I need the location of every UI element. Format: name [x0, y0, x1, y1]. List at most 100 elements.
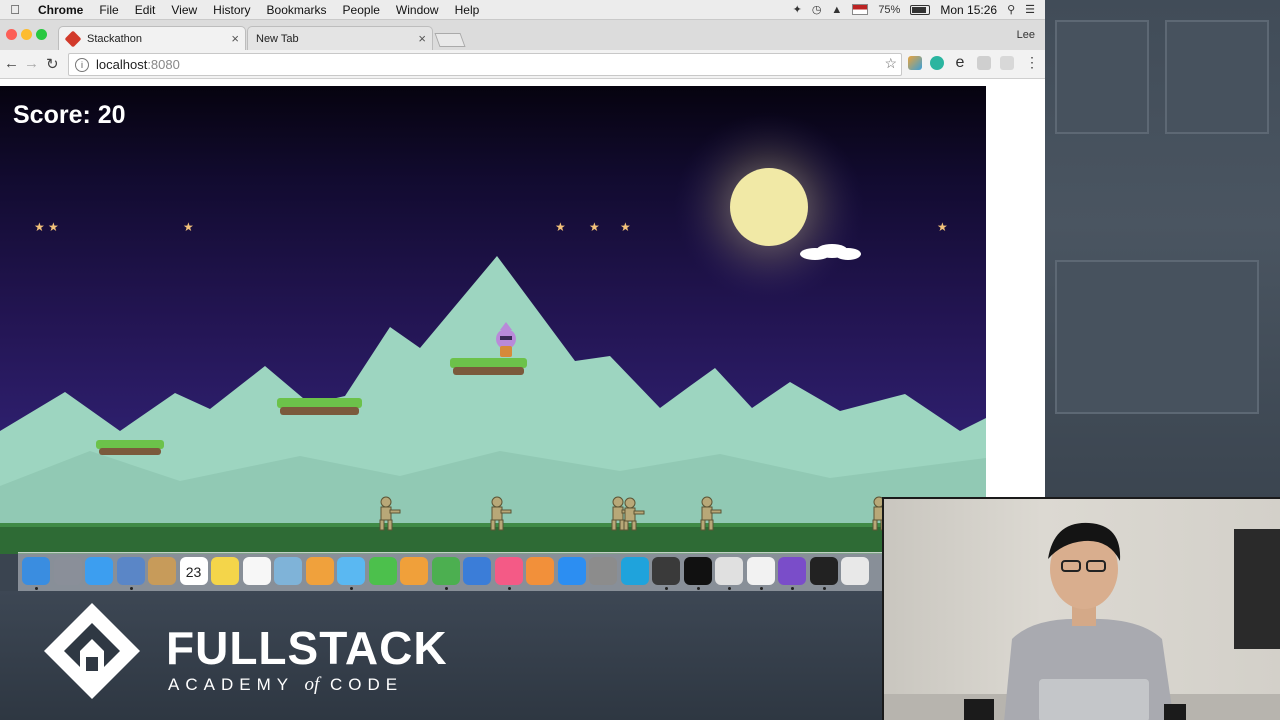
star-icon: ★ [937, 220, 948, 234]
forward-arrow-icon[interactable]: → [24, 55, 39, 72]
mail-icon[interactable] [116, 557, 145, 585]
menu-history[interactable]: History [205, 3, 258, 17]
skype-icon[interactable] [620, 557, 649, 585]
stackathon-favicon-icon [64, 30, 82, 47]
extension-m-icon[interactable] [930, 56, 944, 70]
launchpad-icon[interactable] [53, 557, 82, 585]
pages-icon[interactable] [400, 557, 428, 585]
site-info-icon[interactable]: i [75, 57, 89, 72]
system-preferences-icon[interactable] [589, 557, 617, 585]
fullstack-branding: FULLSTACK ACADEMY of CODE [0, 591, 882, 720]
minimize-window-button[interactable] [21, 29, 32, 40]
close-tab-icon[interactable]: × [231, 31, 239, 46]
menu-app-name[interactable]: Chrome [30, 3, 91, 17]
menu-help[interactable]: Help [447, 3, 488, 17]
chrome-icon[interactable] [715, 557, 743, 585]
terminal-icon[interactable] [683, 557, 712, 585]
chrome-tab-strip: Stackathon × New Tab × Lee [0, 20, 1045, 50]
bluetooth-icon[interactable]: ✦ [793, 3, 802, 16]
extension-grid-icon[interactable] [1000, 56, 1014, 70]
close-window-button[interactable] [6, 29, 17, 40]
reminders-icon[interactable] [242, 557, 271, 585]
star-icon: ★ [555, 220, 566, 234]
extension-trash-icon[interactable] [977, 56, 991, 70]
new-tab-button[interactable] [434, 33, 466, 47]
address-bar[interactable]: i localhost:8080 ☆ [68, 53, 902, 76]
tab-stackathon[interactable]: Stackathon × [58, 26, 246, 50]
numbers-icon[interactable] [431, 557, 460, 585]
running-indicator [791, 587, 794, 590]
menu-view[interactable]: View [163, 3, 205, 17]
messages-icon[interactable] [337, 557, 365, 585]
keynote-icon[interactable] [463, 557, 491, 585]
star-icon: ★ [183, 220, 194, 234]
speaker-video [882, 497, 1280, 720]
profile-name[interactable]: Lee [1017, 29, 1035, 41]
clock[interactable]: Mon 15:26 [940, 3, 997, 17]
contacts-icon[interactable] [148, 557, 176, 585]
extension-e-icon[interactable]: e [953, 55, 967, 71]
finder-icon[interactable] [22, 557, 50, 585]
wifi-icon[interactable]: ▲ [831, 4, 842, 16]
app-store-icon[interactable] [557, 557, 586, 585]
menu-window[interactable]: Window [388, 3, 447, 17]
running-indicator [822, 587, 826, 590]
back-arrow-icon[interactable]: ← [4, 55, 19, 72]
spotlight-search-icon[interactable]: ⚲ [1007, 3, 1015, 16]
facetime-icon[interactable] [368, 557, 397, 585]
tab-new-tab[interactable]: New Tab × [247, 26, 433, 50]
notes-icon[interactable] [211, 557, 239, 585]
time-machine-icon[interactable]: ◷ [812, 3, 822, 16]
tab-title: Stackathon [87, 32, 143, 45]
macos-dock: 23 [18, 552, 882, 591]
macos-menu-bar:  Chrome File Edit View History Bookmark… [0, 0, 1045, 20]
printer-icon[interactable] [841, 557, 869, 585]
office-background [1045, 0, 1280, 500]
speaker-figure [884, 522, 1280, 720]
star-icon: ★ [48, 220, 59, 234]
running-indicator [507, 587, 511, 590]
slack-icon[interactable] [746, 557, 775, 585]
running-indicator [665, 587, 668, 590]
running-indicator [728, 587, 731, 590]
menu-edit[interactable]: Edit [127, 3, 164, 17]
itunes-icon[interactable] [494, 557, 523, 585]
notification-center-icon[interactable]: ☰ [1025, 3, 1035, 16]
running-indicator [35, 587, 38, 590]
safari-icon[interactable] [85, 557, 113, 585]
brand-title: FULLSTACK [166, 622, 448, 674]
calendar-icon[interactable]: 23 [179, 557, 208, 585]
reload-icon[interactable]: ↻ [46, 55, 59, 73]
input-source-flag-icon[interactable] [852, 4, 869, 15]
menu-file[interactable]: File [91, 3, 126, 17]
game-canvas[interactable]: ★ ★ ★ ★ ★ ★ ★ Score: 20 [0, 86, 986, 554]
game-scene: ★ ★ ★ ★ ★ ★ ★ [0, 112, 986, 554]
photos-icon[interactable] [305, 557, 334, 585]
zoom-window-button[interactable] [36, 29, 47, 40]
apple-icon[interactable]:  [0, 2, 30, 17]
sublime-icon[interactable] [652, 557, 680, 585]
menu-bookmarks[interactable]: Bookmarks [259, 3, 335, 17]
bookmark-star-icon[interactable]: ☆ [884, 55, 897, 72]
battery-percent: 75% [878, 3, 901, 16]
running-indicator [759, 587, 763, 590]
menu-people[interactable]: People [335, 3, 388, 17]
battery-icon[interactable] [910, 4, 931, 15]
chrome-menu-icon[interactable]: ⋮ [1025, 54, 1039, 71]
pen-icon[interactable] [778, 557, 806, 585]
moon [730, 168, 808, 246]
chrome-toolbar: ← → ↻ i localhost:8080 ☆ e ⋮ [0, 50, 1045, 79]
running-indicator [350, 587, 353, 590]
running-indicator [696, 587, 700, 590]
fullstack-logo-icon [44, 603, 140, 699]
tab-title: New Tab [256, 32, 299, 45]
url-port: :8080 [147, 57, 180, 72]
activity-monitor-icon[interactable] [809, 557, 838, 585]
running-indicator [444, 587, 448, 590]
extension-analytics-icon[interactable] [908, 56, 922, 70]
star-icon: ★ [34, 220, 45, 234]
preview-icon[interactable] [274, 557, 302, 585]
close-tab-icon[interactable]: × [418, 31, 426, 46]
brand-subtitle: ACADEMY of CODE [168, 674, 404, 695]
ibooks-icon[interactable] [526, 557, 554, 585]
